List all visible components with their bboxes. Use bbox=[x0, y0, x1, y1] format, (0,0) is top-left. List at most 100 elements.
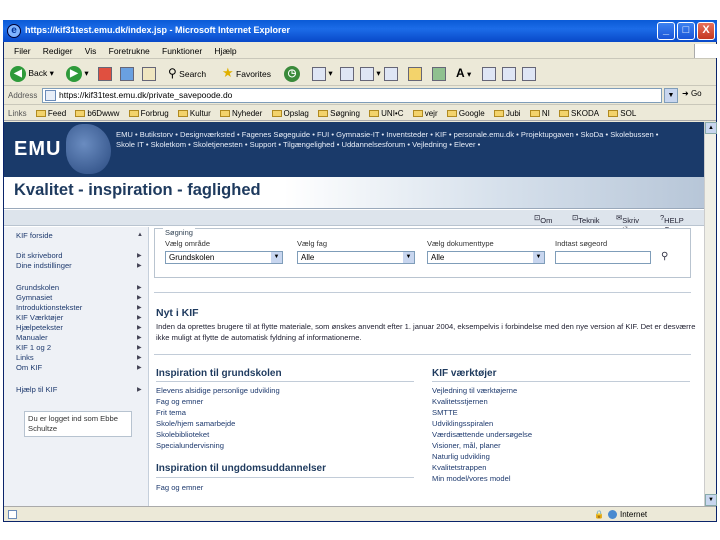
print-button[interactable] bbox=[340, 64, 354, 82]
nav-dit-skrivebord[interactable]: Dit skrivebord bbox=[16, 251, 62, 260]
link-unic[interactable]: UNI•C bbox=[369, 106, 404, 120]
link-skole-hjem[interactable]: Skole/hjem samarbejde bbox=[156, 419, 235, 428]
link-vejr[interactable]: vejr bbox=[412, 106, 438, 120]
messenger-button[interactable] bbox=[432, 64, 446, 82]
folder-button[interactable] bbox=[408, 64, 422, 82]
mail-button[interactable]: ▾ bbox=[312, 64, 333, 82]
teknik-link[interactable]: ⊡ Teknik bbox=[572, 213, 600, 225]
nav-links[interactable]: Links bbox=[16, 353, 34, 362]
edit-button[interactable]: ▾ bbox=[360, 64, 381, 82]
address-dropdown-icon[interactable]: ▼ bbox=[664, 88, 678, 103]
chevron-right-icon: ▶ bbox=[137, 253, 142, 259]
nav-dine-indstillinger[interactable]: Dine indstillinger bbox=[16, 261, 72, 270]
menu-help[interactable]: Hjælp bbox=[214, 43, 236, 59]
link-vejledning[interactable]: Vejledning til værktøjerne bbox=[432, 386, 517, 395]
address-input[interactable]: https://kif31test.emu.dk/private_savepoo… bbox=[42, 88, 662, 103]
search-button[interactable]: ⚲ Search bbox=[168, 64, 206, 82]
link-nyheder[interactable]: Nyheder bbox=[220, 106, 262, 120]
discuss-button[interactable] bbox=[384, 64, 398, 82]
link-skolebiblioteket[interactable]: Skolebiblioteket bbox=[156, 430, 209, 439]
close-button[interactable]: X bbox=[697, 22, 715, 40]
nav-introduktionstekster[interactable]: Introduktionstekster bbox=[16, 303, 82, 312]
history-button[interactable]: ◷ bbox=[284, 64, 300, 82]
discuss-icon bbox=[384, 66, 398, 81]
go-button[interactable]: ➜ Go bbox=[682, 89, 702, 98]
link-google[interactable]: Google bbox=[446, 106, 485, 120]
home-button[interactable] bbox=[142, 64, 156, 82]
link-forbrug[interactable]: Forbrug bbox=[128, 106, 169, 120]
font-button[interactable]: A ▾ bbox=[456, 64, 471, 82]
subject-select[interactable]: Alle ▼ bbox=[297, 251, 415, 264]
link-smtte[interactable]: SMTTE bbox=[432, 408, 458, 417]
nav-hjaelpetekster[interactable]: Hjælpetekster bbox=[16, 323, 63, 332]
keyword-input[interactable] bbox=[555, 251, 651, 264]
link-skoda[interactable]: SKODA bbox=[559, 106, 599, 120]
page-title: Kvalitet - inspiration - faglighed bbox=[14, 181, 261, 199]
favorites-button[interactable]: ★ Favorites bbox=[222, 64, 271, 82]
link-soegning[interactable]: Søgning bbox=[318, 106, 360, 120]
page-status-icon bbox=[8, 510, 17, 519]
scroll-up-icon[interactable]: ▲ bbox=[705, 122, 717, 134]
link-frit-tema[interactable]: Frit tema bbox=[156, 408, 186, 417]
site-nav-line-2[interactable]: Skole IT • Skoletkom • Skoletjenesten • … bbox=[116, 140, 696, 150]
site-nav-line-1[interactable]: EMU • Butikstorv • Designværksted • Fage… bbox=[116, 130, 696, 140]
link-kvalitetstrappen[interactable]: Kvalitetstrappen bbox=[432, 463, 486, 472]
link-opslag[interactable]: Opslag bbox=[271, 106, 309, 120]
menu-view[interactable]: Vis bbox=[85, 43, 97, 59]
doctype-select[interactable]: Alle ▼ bbox=[427, 251, 545, 264]
link-jubi[interactable]: Jubi bbox=[493, 106, 521, 120]
window-button[interactable] bbox=[502, 64, 516, 82]
collapse-icon[interactable]: ▲ bbox=[137, 232, 143, 238]
skriv-link[interactable]: ✉ Skriv til bbox=[616, 213, 639, 234]
title-bar[interactable]: e https://kif31test.emu.dk/index.jsp - M… bbox=[3, 20, 717, 42]
link-feed[interactable]: Feed bbox=[35, 106, 66, 120]
menu-tools[interactable]: Funktioner bbox=[162, 43, 202, 59]
folder-icon bbox=[220, 110, 231, 118]
link-udviklingsspiralen[interactable]: Udviklingsspiralen bbox=[432, 419, 493, 428]
link-kvalitetsstjernen[interactable]: Kvalitetsstjernen bbox=[432, 397, 488, 406]
help-link[interactable]: ? HELP C bbox=[660, 213, 684, 234]
link-vaerdisaettende[interactable]: Værdisættende undersøgelse bbox=[432, 430, 532, 439]
back-button[interactable]: ◀ Back ▾ bbox=[10, 64, 54, 82]
menu-favorites[interactable]: Foretrukne bbox=[109, 43, 150, 59]
nav-gymnasiet[interactable]: Gymnasiet bbox=[16, 293, 52, 302]
menu-file[interactable]: Filer bbox=[14, 43, 31, 59]
notes-button[interactable] bbox=[522, 64, 536, 82]
menu-edit[interactable]: Rediger bbox=[43, 43, 73, 59]
edit-icon bbox=[360, 66, 374, 81]
refresh-button[interactable] bbox=[120, 64, 134, 82]
link-kultur[interactable]: Kultur bbox=[177, 106, 211, 120]
link-youth-fag-og-emner[interactable]: Fag og emner bbox=[156, 483, 203, 492]
area-select[interactable]: Grundskolen ▼ bbox=[165, 251, 283, 264]
search-go-icon[interactable]: ⚲ bbox=[661, 251, 668, 262]
nav-kif-1-og-2[interactable]: KIF 1 og 2 bbox=[16, 343, 51, 352]
minimize-button[interactable]: _ bbox=[657, 22, 675, 40]
folder-icon bbox=[412, 110, 423, 118]
scroll-down-icon[interactable]: ▼ bbox=[705, 494, 717, 506]
stop-button[interactable] bbox=[98, 64, 112, 82]
lock-icon: 🔒 bbox=[594, 510, 604, 519]
link-min-model[interactable]: Min model/vores model bbox=[432, 474, 511, 483]
nav-om-kif[interactable]: Om KIF bbox=[16, 363, 42, 372]
om-link[interactable]: ⊡ Om bbox=[534, 213, 552, 225]
link-specialundervisning[interactable]: Specialundervisning bbox=[156, 441, 224, 450]
nav-manualer[interactable]: Manualer bbox=[16, 333, 48, 342]
link-naturlig-udvikling[interactable]: Naturlig udvikling bbox=[432, 452, 490, 461]
research-button[interactable] bbox=[482, 64, 496, 82]
link-fag-og-emner[interactable]: Fag og emner bbox=[156, 397, 203, 406]
vertical-scrollbar[interactable]: ▲ ▼ bbox=[704, 122, 717, 506]
nav-hjaelp-til-kif[interactable]: Hjælp til KIF bbox=[16, 385, 57, 394]
link-ni[interactable]: NI bbox=[529, 106, 550, 120]
nav-kif-vaerktoejer[interactable]: KIF Værktøjer bbox=[16, 313, 63, 322]
link-sol[interactable]: SOL bbox=[608, 106, 636, 120]
nav-grundskolen[interactable]: Grundskolen bbox=[16, 283, 59, 292]
link-b6dwww[interactable]: b6Dwww bbox=[75, 106, 119, 120]
link-elevens-alsidige[interactable]: Elevens alsidige personlige udvikling bbox=[156, 386, 280, 395]
chevron-right-icon: ▶ bbox=[137, 387, 142, 393]
emu-logo-text[interactable]: EMU bbox=[14, 138, 61, 161]
forward-button[interactable]: ▶ ▾ bbox=[66, 64, 89, 82]
nav-kif-forside[interactable]: KIF forside bbox=[16, 231, 53, 240]
link-visioner[interactable]: Visioner, mål, planer bbox=[432, 441, 501, 450]
zone-label: Internet bbox=[620, 510, 648, 519]
maximize-button[interactable]: □ bbox=[677, 22, 695, 40]
